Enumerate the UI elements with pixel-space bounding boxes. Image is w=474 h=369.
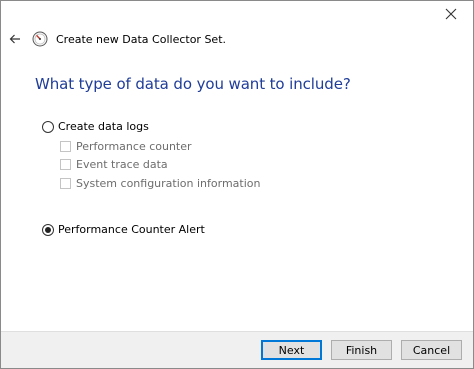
wizard-header: Create new Data Collector Set. <box>1 31 473 51</box>
radio-label: Performance Counter Alert <box>58 223 205 236</box>
checkbox-label: Event trace data <box>76 158 168 171</box>
checkbox-label: Performance counter <box>76 140 192 153</box>
radio-button[interactable] <box>42 120 54 133</box>
checkbox[interactable] <box>60 178 71 189</box>
wizard-title: Create new Data Collector Set. <box>56 33 227 46</box>
wizard-window: Create new Data Collector Set. What type… <box>0 0 474 369</box>
radio-label: Create data logs <box>58 120 149 133</box>
next-button[interactable]: Next <box>261 340 322 360</box>
wizard-footer: Next Finish Cancel <box>1 331 473 368</box>
close-button[interactable] <box>429 1 473 29</box>
radio-create-data-logs[interactable]: Create data logs <box>42 120 149 133</box>
radio-selected-dot <box>45 226 51 233</box>
checkbox-label: System configuration information <box>76 177 261 190</box>
arrow-left-icon <box>9 33 21 48</box>
checkbox-system-configuration[interactable]: System configuration information <box>60 177 260 190</box>
checkbox-performance-counter[interactable]: Performance counter <box>60 140 192 153</box>
cancel-button[interactable]: Cancel <box>401 340 462 360</box>
radio-button[interactable] <box>42 223 54 236</box>
page-heading: What type of data do you want to include… <box>35 75 351 93</box>
radio-performance-counter-alert[interactable]: Performance Counter Alert <box>42 223 205 236</box>
checkbox[interactable] <box>60 141 71 152</box>
close-icon <box>445 8 457 23</box>
checkbox[interactable] <box>60 159 71 170</box>
back-button[interactable] <box>7 32 23 48</box>
performance-monitor-icon <box>32 31 48 47</box>
checkbox-event-trace-data[interactable]: Event trace data <box>60 158 168 171</box>
finish-button[interactable]: Finish <box>331 340 392 360</box>
